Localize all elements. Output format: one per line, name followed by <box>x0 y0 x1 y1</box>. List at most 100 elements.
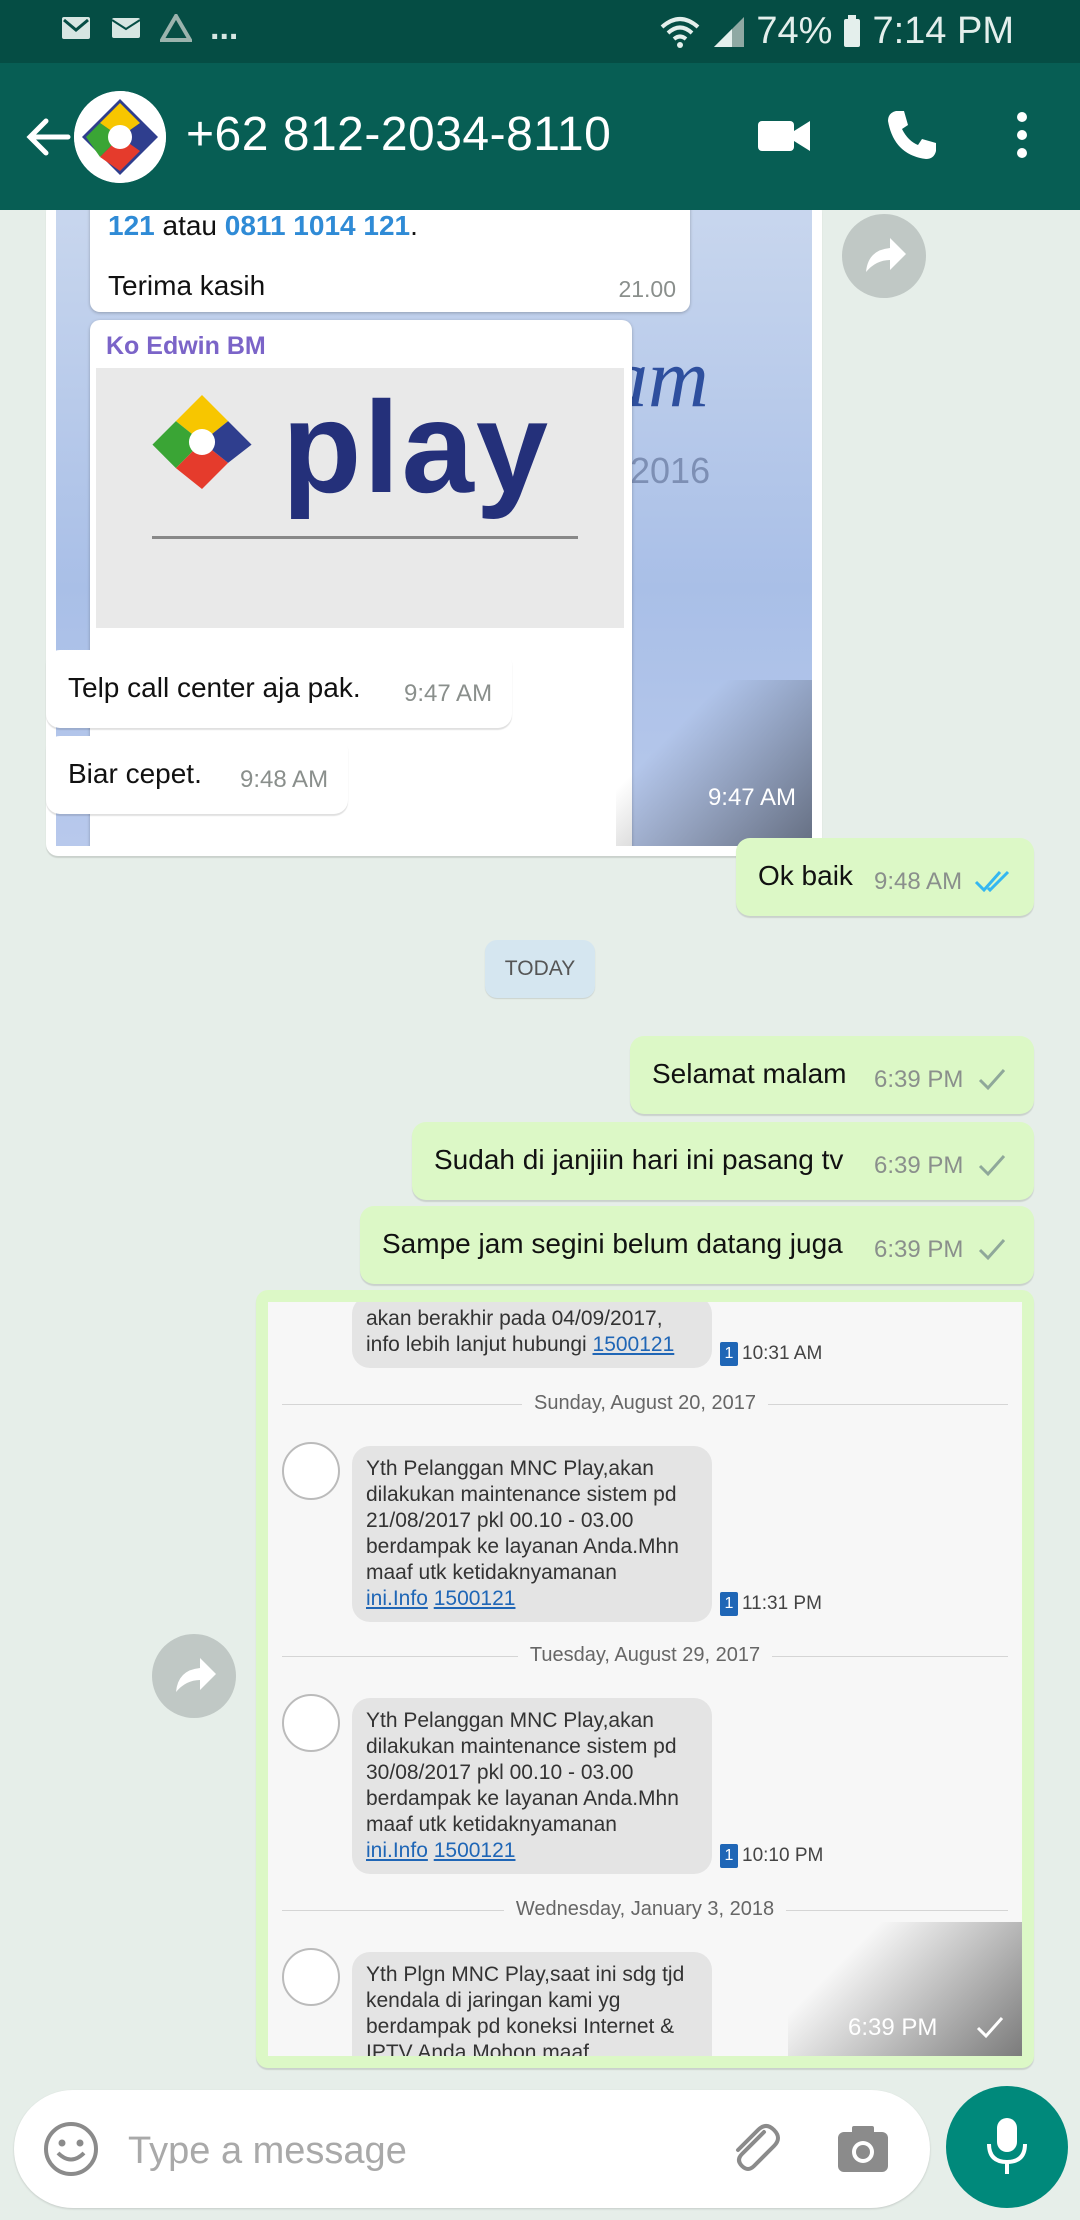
background-year: 2016 <box>630 450 711 491</box>
incoming-message[interactable]: Telp call center aja pak. 9:47 AM <box>46 650 512 728</box>
sms-date: Tuesday, August 29, 2017 <box>268 1644 1022 1667</box>
sms-date: Sunday, August 20, 2017 <box>268 1392 1022 1415</box>
more-notifications: ... <box>210 9 239 47</box>
sim-icon: 1 <box>720 1592 738 1616</box>
camera-icon[interactable] <box>834 2122 892 2176</box>
sms-link: ini.Info <box>366 1839 428 1862</box>
outgoing-message[interactable]: Ok baik 9:48 AM <box>736 838 1034 916</box>
play-logo: play <box>96 368 624 628</box>
phone-number: 121 <box>108 210 155 241</box>
contact-name[interactable]: +62 812-2034-8110 <box>186 107 611 162</box>
sms-screenshot: akan berakhir pada 04/09/2017, info lebi… <box>268 1302 1022 2056</box>
sms-time-text: 10:10 PM <box>742 1845 824 1867</box>
message-text: Sampe jam segini belum datang juga <box>382 1228 843 1259</box>
voice-message-button[interactable] <box>946 2086 1068 2208</box>
sender-avatar <box>282 1694 340 1752</box>
phone-number-link: 0811 1014 121 <box>224 210 411 241</box>
status-bar: ... 74% 7:14 PM <box>0 0 1080 63</box>
mic-icon <box>987 2118 1027 2174</box>
forward-button[interactable] <box>842 214 926 298</box>
outgoing-message[interactable]: Sudah di janjiin hari ini pasang tv 6:39… <box>412 1122 1034 1200</box>
message-list[interactable]: am 2016 121 atau 0811 1014 121. Terima k… <box>0 210 1080 2080</box>
signal-icon <box>714 16 745 47</box>
video-call-icon[interactable] <box>752 103 816 167</box>
outgoing-message[interactable]: Sampe jam segini belum datang juga 6:39 … <box>360 1206 1034 1284</box>
message-time: 9:48 AM <box>874 868 963 895</box>
notification-icons: ... <box>60 9 239 47</box>
more-vert-icon[interactable] <box>990 103 1054 167</box>
sms-link: 1500121 <box>433 1587 516 1610</box>
attach-icon[interactable] <box>724 2118 786 2180</box>
sms-bubble: Yth Plgn MNC Play,saat ini sdg tjd kenda… <box>352 1952 712 2056</box>
message-text: Selamat malam <box>652 1058 847 1089</box>
sent-tick-icon <box>978 1155 1006 1177</box>
gmail-icon <box>62 17 90 39</box>
sms-time: 1 10:10 PM <box>720 1844 823 1868</box>
sms-time-text: 11:31 PM <box>742 1593 822 1615</box>
message-time: 6:39 PM <box>848 2014 938 2041</box>
sms-date-text: Tuesday, August 29, 2017 <box>517 1644 773 1666</box>
battery-icon <box>844 14 861 47</box>
clock: 7:14 PM <box>872 10 1014 52</box>
chat-header: +62 812-2034-8110 <box>0 63 1080 210</box>
sms-link: 1500121 <box>592 1333 675 1356</box>
mail-icon <box>111 18 141 38</box>
message-text: Ok baik <box>758 860 853 891</box>
mnc-logo-icon <box>152 395 252 489</box>
forward-icon <box>176 1658 216 1692</box>
image-message[interactable]: akan berakhir pada 04/09/2017, info lebi… <box>256 1290 1034 2068</box>
message-time: 9:47 AM <box>707 784 796 811</box>
sender-avatar <box>282 1442 340 1500</box>
sms-line: info lebih lanjut hubungi <box>366 1333 593 1356</box>
forward-button[interactable] <box>152 1634 236 1718</box>
phone-icon[interactable] <box>878 103 942 167</box>
sms-date: Wednesday, January 3, 2018 <box>268 1898 1022 1921</box>
sent-tick-icon <box>978 1239 1006 1261</box>
timestamp-shade <box>616 680 812 846</box>
period: . <box>410 210 418 241</box>
message-time: 6:39 PM <box>874 1066 964 1093</box>
sms-time: 1 11:31 PM <box>720 1592 822 1616</box>
message-input[interactable]: Type a message <box>14 2090 930 2208</box>
sender-avatar <box>282 1948 340 2006</box>
card-time: 21.00 <box>618 276 676 302</box>
message-time: 6:39 PM <box>874 1236 964 1263</box>
wifi-icon <box>661 16 700 48</box>
message-time: 9:48 AM <box>240 766 329 793</box>
sms-time: 1 10:31 AM <box>720 1342 822 1366</box>
message-text: Sudah di janjiin hari ini pasang tv <box>434 1144 844 1175</box>
message-placeholder: Type a message <box>128 2130 407 2172</box>
message-time: 9:47 AM <box>404 680 493 707</box>
emoji-icon[interactable] <box>42 2120 100 2178</box>
message-time: 6:39 PM <box>874 1152 964 1179</box>
quoted-card: 121 atau 0811 1014 121. Terima kasih 21.… <box>90 210 690 312</box>
sms-time-text: 10:31 AM <box>742 1343 823 1365</box>
sim-icon: 1 <box>720 1342 738 1366</box>
composer: Type a message <box>0 2080 1080 2220</box>
battery-level: 74% <box>756 10 833 52</box>
sms-text: Yth Pelanggan MNC Play,akan dilakukan ma… <box>366 1709 679 1836</box>
sms-line: akan berakhir pada 04/09/2017, <box>366 1307 663 1330</box>
contact-avatar[interactable] <box>74 91 166 183</box>
thanks-text: Terima kasih <box>108 270 266 301</box>
connector-text: atau <box>154 210 225 241</box>
message-text: Telp call center aja pak. <box>68 672 361 703</box>
incoming-message[interactable]: Biar cepet. 9:48 AM <box>46 736 348 814</box>
date-separator: TODAY <box>485 940 595 998</box>
forward-icon <box>866 238 906 272</box>
outgoing-message[interactable]: Selamat malam 6:39 PM <box>630 1036 1034 1114</box>
logo-divider <box>152 536 578 539</box>
sms-text: Yth Plgn MNC Play,saat ini sdg tjd kenda… <box>366 1963 685 2056</box>
sent-tick-icon <box>978 1069 1006 1091</box>
read-ticks-icon <box>974 870 1010 893</box>
play-text: play <box>282 374 551 520</box>
sender-name: Ko Edwin BM <box>106 332 266 360</box>
sms-bubble: Yth Pelanggan MNC Play,akan dilakukan ma… <box>352 1446 712 1622</box>
sms-date-text: Sunday, August 20, 2017 <box>521 1392 769 1414</box>
system-status: 74% 7:14 PM <box>658 10 1014 53</box>
sms-bubble: akan berakhir pada 04/09/2017, info lebi… <box>352 1302 712 1368</box>
app-icon <box>160 14 192 42</box>
message-text: Biar cepet. <box>68 758 202 789</box>
back-arrow-icon[interactable] <box>18 107 78 167</box>
sms-text: Yth Pelanggan MNC Play,akan dilakukan ma… <box>366 1457 679 1584</box>
